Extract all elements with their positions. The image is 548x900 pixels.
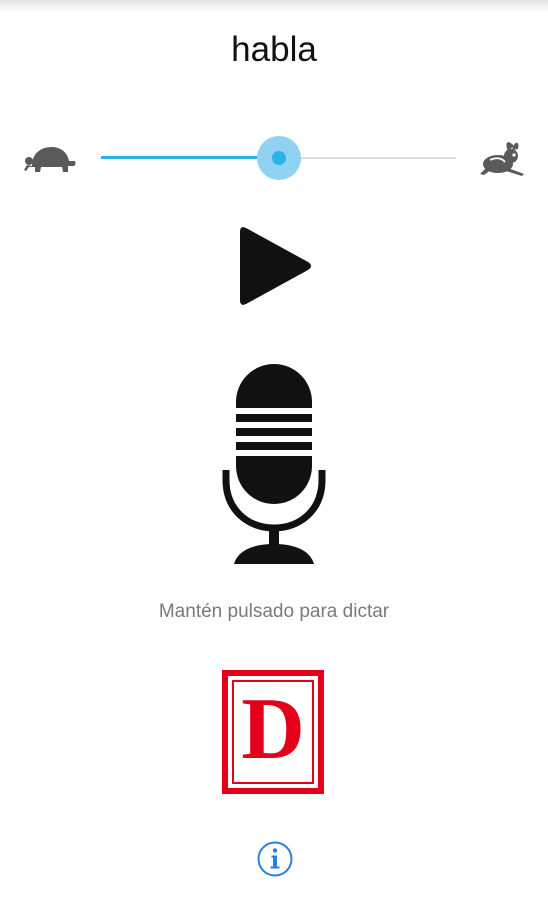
diccionario-logo-button[interactable]: D <box>222 670 324 794</box>
microphone-button[interactable] <box>214 362 334 568</box>
tortoise-icon <box>24 147 76 172</box>
speed-slider-knob[interactable] <box>271 151 286 165</box>
info-icon <box>257 841 293 877</box>
status-bar-shadow <box>0 0 548 12</box>
speed-slider-fill <box>101 156 279 159</box>
hare-icon <box>480 142 524 176</box>
page-title: habla <box>231 30 317 69</box>
microphone-icon <box>222 364 326 564</box>
logo-letter: D <box>241 681 305 778</box>
info-button[interactable] <box>256 840 294 878</box>
play-icon <box>240 227 311 305</box>
speed-slider-thumb[interactable] <box>256 136 301 180</box>
dictation-hint: Mantén pulsado para dictar <box>158 601 390 622</box>
app-screen: habla Mantén pulsado para dictar D <box>0 0 548 900</box>
play-button[interactable] <box>236 224 314 308</box>
